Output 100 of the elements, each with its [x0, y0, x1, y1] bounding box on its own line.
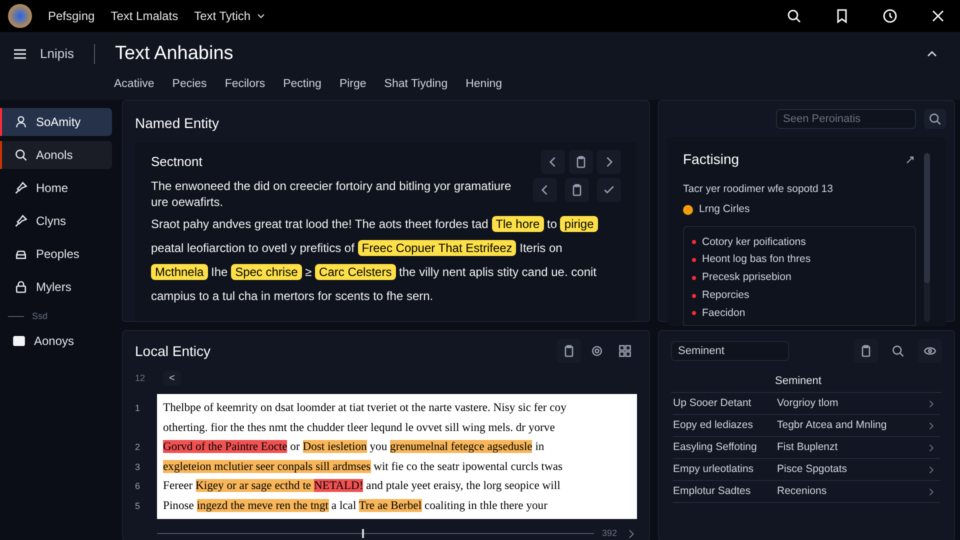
clock-icon: [882, 8, 898, 24]
document-line: exgleteion mclutier seer conpals sill ardmses wit fie co the seatr ipowental curcls twas: [163, 458, 564, 474]
search-icon: [928, 112, 942, 126]
paragraph: The enwoneed the did on creecier fortoiry and bitling yor gramatiure ure oewafirts.: [151, 178, 512, 210]
section-label: Ssd: [32, 310, 48, 323]
clipboard-icon: [574, 155, 588, 169]
line-number: 1: [135, 402, 142, 415]
confirm-button[interactable]: [597, 178, 621, 202]
line-number: 2: [135, 441, 142, 454]
legend-label: Lrng Cirles: [699, 202, 750, 217]
table-cell-text: Fist Buplenzt: [777, 440, 839, 455]
card-icon: [12, 334, 26, 348]
bullet-icon: [692, 311, 696, 316]
lock-icon: [14, 280, 28, 294]
close-icon: [930, 8, 946, 24]
list-item: Precesk pprisebion: [702, 270, 792, 285]
sidebar-item[interactable]: Clyns: [0, 207, 112, 235]
list-item: Reporcies: [702, 288, 750, 303]
back-button[interactable]: <: [163, 371, 181, 386]
bullet-icon: [692, 240, 696, 244]
table-cell-text: Pisce Spgotats: [777, 462, 848, 477]
tab[interactable]: Pecting: [283, 76, 322, 96]
card-title: Factising: [683, 150, 740, 169]
grid-icon: [618, 344, 632, 358]
user-icon: [14, 115, 28, 129]
sidebar-item[interactable]: Peoples: [0, 240, 112, 268]
bullet-icon: [692, 294, 696, 298]
table-cell-text: Eopy ed lediazes: [673, 418, 754, 433]
menu-link[interactable]: Text Tytich: [194, 7, 267, 25]
search-icon: [891, 344, 905, 358]
view-button[interactable]: [918, 339, 942, 363]
document-line: otherting. fior the thes nmt the chudder tleer leqund le ovvet sill wing mels. dr yorve: [163, 420, 556, 436]
pin-icon: [14, 214, 28, 228]
scrubber-thumb[interactable]: [362, 529, 364, 538]
tab[interactable]: Fecilors: [224, 76, 266, 96]
copy-button[interactable]: [565, 178, 589, 202]
clipboard-icon: [570, 183, 584, 197]
app-logo[interactable]: [8, 4, 32, 28]
sidebar-item[interactable]: SoAmity: [0, 108, 112, 136]
table-cell-text: Empy urleotlatins: [673, 462, 755, 477]
sidebar-item[interactable]: Mylers: [0, 273, 112, 301]
copy-button[interactable]: [569, 150, 593, 174]
table-cell-text: Recenions: [777, 484, 828, 499]
panel-title: Local Enticy: [135, 342, 212, 361]
menu-link[interactable]: Text Lmalats: [110, 7, 178, 25]
clipboard-icon: [859, 344, 873, 358]
arrow-icon: [904, 154, 916, 166]
table-row[interactable]: Empy urleotlatins Pisce Spgotats: [673, 459, 940, 481]
document-line: Gorvd of the Paintre Eocte or Dost iesletion you grenumelnal fetegce agsedusle in: [163, 439, 546, 455]
line-number: 5: [135, 500, 142, 512]
table-cell-text: Up Sooer Detant: [673, 396, 752, 411]
page-title: Text Anhabins: [114, 42, 234, 66]
previous-button[interactable]: [541, 150, 565, 174]
table-cell-text: Easyling Seffoting: [673, 440, 758, 455]
expand-button[interactable]: [904, 154, 916, 166]
menu-link[interactable]: Pefsging: [48, 7, 95, 25]
table-row[interactable]: Easyling Seffoting Fist Buplenzt: [673, 437, 940, 459]
sidebar-item[interactable]: Home: [0, 174, 112, 202]
bullet-icon: [692, 258, 696, 262]
next-button[interactable]: [597, 150, 621, 174]
annotated-paragraph: Sraot pahy andves great trat lood the! The aots theet fordes tad Tle hore to pirige peatal leofiarction to ovetl y prefitics of Freec Copuer That Estrifeez Iteris on Mcthnela Ihe Spec chrise ≥ Carc Celsters the villy nent aplis stity cand ue. conit campius to a tul cha in mertors for scents to fhe sern.: [151, 215, 599, 305]
search-field[interactable]: Seen Peroinatis: [776, 109, 916, 129]
summary-text: Tacr yer roodimer wfe sopotd 13: [683, 182, 834, 197]
tab[interactable]: Shat Tiyding: [384, 76, 448, 96]
bullet-icon: [692, 276, 696, 280]
clipboard-icon: [562, 344, 576, 358]
previous-button[interactable]: [533, 178, 557, 202]
sidebar-item[interactable]: Aonols: [0, 141, 112, 169]
line-number: 3: [135, 460, 142, 474]
search-icon: [786, 8, 802, 24]
settings-icon: [590, 344, 604, 358]
table-cell-text: Emplotur Sadtes: [673, 484, 752, 499]
card-title: Sectnont: [151, 153, 204, 172]
line-number: 6: [135, 480, 142, 493]
search-icon: [14, 148, 28, 162]
list-item: Cotory ker poifications: [702, 234, 806, 250]
copy-button[interactable]: [854, 339, 878, 363]
table-row[interactable]: Up Sooer Detant Vorgrioy tlom: [673, 393, 940, 415]
search-button[interactable]: [924, 109, 946, 129]
document-line: Thelbpe of keemrity on dsat loomder at tiat tveriet ot the narte vastere. Nisy sic fer coy: [163, 400, 568, 416]
tab[interactable]: Pecies: [172, 76, 207, 96]
menu-label: Lnipis: [40, 45, 74, 64]
reading: 392: [602, 527, 617, 540]
column-header: Seminent: [775, 374, 822, 390]
copy-button[interactable]: [557, 339, 581, 363]
tab[interactable]: Pirge: [339, 76, 366, 96]
tab[interactable]: Acatiive: [114, 76, 154, 96]
table-row[interactable]: Eopy ed lediazes Tegbr Atcea and Mnling: [673, 415, 940, 437]
sidebar-item[interactable]: Aonoys: [0, 328, 112, 352]
panel-title: Named Entity: [135, 114, 220, 133]
tab[interactable]: Hening: [466, 76, 502, 96]
table-row[interactable]: Emplotur Sadtes Recenions: [673, 481, 940, 503]
line-number: 12: [135, 372, 146, 385]
text-field[interactable]: Seminent: [671, 341, 789, 361]
table-cell-text: Tegbr Atcea and Mnling: [777, 418, 888, 433]
list-item: Faecidon: [702, 306, 746, 320]
table-cell-text: Vorgrioy tlom: [777, 396, 840, 411]
pin-icon: [14, 181, 28, 195]
list-item: Heont log bas fon thres: [702, 252, 811, 268]
document-line: Pinose ingezd the meve ren the tngt a lcal Tre ae Berbel coaliting in thle there your: [163, 498, 548, 514]
